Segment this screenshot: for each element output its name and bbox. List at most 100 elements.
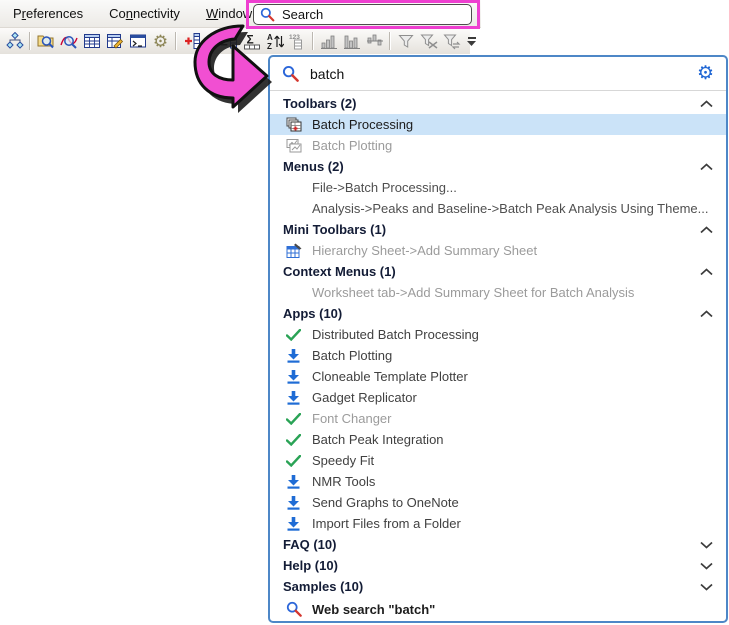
result-row[interactable]: Speedy Fit [270,450,726,471]
result-row[interactable]: Distributed Batch Processing [270,324,726,345]
chevron-up-icon[interactable] [700,310,713,318]
open-folder-find-icon[interactable] [35,31,56,51]
chevron-up-icon[interactable] [700,163,713,171]
result-row[interactable]: Batch Processing [270,114,726,135]
svg-text:A: A [267,33,273,42]
result-row[interactable]: Analysis->Peaks and Baseline->Batch Peak… [270,198,726,219]
result-label: Batch Peak Integration [312,432,444,447]
project-explorer-icon[interactable] [4,31,25,51]
result-label: Speedy Fit [312,453,374,468]
sum-columns-icon[interactable]: Σ [218,31,239,51]
installed-check-icon [285,410,302,427]
search-icon [282,65,299,82]
section-header-mini-toolbars[interactable]: Mini Toolbars (1) [270,219,726,240]
result-label: Cloneable Template Plotter [312,369,468,384]
find-in-graph-icon[interactable] [58,31,79,51]
sum-icon[interactable]: Σ [241,31,262,51]
section-header-faq[interactable]: FAQ (10) [270,534,726,555]
high-low-chart-icon[interactable] [364,31,385,51]
batch-plotting-icon [285,137,302,154]
installed-check-icon [285,326,302,343]
result-row[interactable]: Send Graphs to OneNote [270,492,726,513]
section-header-context-menus[interactable]: Context Menus (1) [270,261,726,282]
result-row[interactable]: Hierarchy Sheet->Add Summary Sheet [270,240,726,261]
standard-toolbar: ⚙ Σ Σ AZ 123 [0,28,470,54]
installed-check-icon [285,431,302,448]
result-label: Batch Processing [312,117,413,132]
sort-az-icon[interactable]: AZ [264,31,285,51]
result-row[interactable]: NMR Tools [270,471,726,492]
menu-label-part: P [13,6,22,21]
chevron-up-icon[interactable] [700,226,713,234]
result-row[interactable]: File->Batch Processing... [270,177,726,198]
chevron-up-icon[interactable] [700,100,713,108]
section-header-apps[interactable]: Apps (10) [270,303,726,324]
panel-search-row: batch ⚙ [270,57,726,91]
section-header-menus[interactable]: Menus (2) [270,156,726,177]
hierarchy-sheet-icon [285,242,302,259]
download-icon [285,494,302,511]
download-icon [285,389,302,406]
data-filter-icon[interactable] [395,31,416,51]
chevron-down-icon[interactable] [700,562,713,570]
result-label: Worksheet tab->Add Summary Sheet for Bat… [312,285,634,300]
download-icon [285,515,302,532]
section-header-toolbars[interactable]: Toolbars (2) [270,93,726,114]
section-label: Context Menus (1) [283,264,396,279]
column-stats-icon[interactable]: 123 [287,31,308,51]
result-row[interactable]: Batch Plotting [270,345,726,366]
search-query-input[interactable]: batch [310,66,697,82]
chevron-down-icon[interactable] [700,583,713,591]
web-search-label: Web search "batch" [312,602,435,617]
menu-label-part: Co [109,6,126,21]
toolbar-search-input[interactable]: Search [253,4,472,25]
chevron-up-icon[interactable] [700,268,713,276]
add-column-icon[interactable] [181,31,202,51]
bar-chart-desc-icon[interactable] [341,31,362,51]
chevron-down-icon[interactable] [700,541,713,549]
svg-text:Σ: Σ [220,34,228,49]
result-label: Distributed Batch Processing [312,327,479,342]
settings-gear-icon[interactable]: ⚙ [697,64,714,83]
menu-preferences[interactable]: Preferences [0,0,96,27]
toolbar-separator [175,32,177,50]
menu-connectivity[interactable]: Connectivity [96,0,193,27]
result-label: Font Changer [312,411,392,426]
result-label: Batch Plotting [312,348,392,363]
section-label: Apps (10) [283,306,342,321]
web-search-row[interactable]: Web search "batch" [270,597,726,621]
toolbar-options-icon[interactable] [464,31,479,51]
section-label: FAQ (10) [283,537,336,552]
bar-chart-asc-icon[interactable] [318,31,339,51]
result-row[interactable]: Font Changer [270,408,726,429]
result-label: Send Graphs to OneNote [312,495,459,510]
section-label: Toolbars (2) [283,96,356,111]
section-label: Help (10) [283,558,338,573]
result-row[interactable]: Worksheet tab->Add Summary Sheet for Bat… [270,282,726,303]
menu-label-part: W [206,6,218,21]
result-row[interactable]: Import Files from a Folder [270,513,726,534]
search-results-panel: batch ⚙ Toolbars (2) Batch Processing Ba… [268,55,728,623]
result-label: Batch Plotting [312,138,392,153]
results-list: Toolbars (2) Batch Processing Batch Plot… [270,91,726,621]
remove-filter-icon[interactable] [418,31,439,51]
result-label: File->Batch Processing... [312,180,457,195]
result-label: NMR Tools [312,474,375,489]
script-window-icon[interactable] [127,31,148,51]
section-header-help[interactable]: Help (10) [270,555,726,576]
download-icon [285,368,302,385]
result-row[interactable]: Batch Plotting [270,135,726,156]
worksheet-icon[interactable] [81,31,102,51]
download-icon [285,347,302,364]
reapply-filter-icon[interactable] [441,31,462,51]
svg-text:Σ: Σ [246,33,253,47]
result-row[interactable]: Gadget Replicator [270,387,726,408]
result-row[interactable]: Cloneable Template Plotter [270,366,726,387]
toolbar-separator [389,32,391,50]
edit-worksheet-icon[interactable] [104,31,125,51]
section-label: Mini Toolbars (1) [283,222,386,237]
options-gear-icon[interactable]: ⚙ [150,31,171,51]
section-label: Menus (2) [283,159,344,174]
result-row[interactable]: Batch Peak Integration [270,429,726,450]
section-header-samples[interactable]: Samples (10) [270,576,726,597]
